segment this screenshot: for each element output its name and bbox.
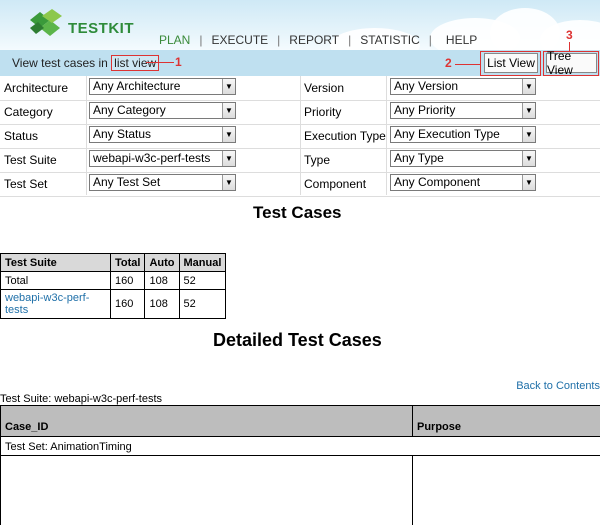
app-header: TESTKIT PLAN | EXECUTE | REPORT | STATIS… [0, 0, 600, 50]
chevron-down-icon: ▼ [522, 151, 535, 166]
testkit-logo-icon [30, 9, 62, 36]
summary-cell: 160 [109, 271, 146, 290]
filter-col-divider [386, 76, 387, 195]
summary-cell: 108 [144, 271, 180, 290]
test-suite-select[interactable]: webapi-w3c-perf-tests ▼ [89, 150, 236, 167]
filter-col-divider [86, 76, 87, 195]
filter-label-execution-type: Execution Type [304, 129, 386, 143]
filter-label-component: Component [304, 177, 367, 191]
summary-cell: 160 [109, 289, 146, 319]
column-divider [412, 455, 413, 525]
status-select[interactable]: Any Status ▼ [89, 126, 236, 143]
version-select[interactable]: Any Version ▼ [390, 78, 536, 95]
row-divider [1, 436, 600, 437]
view-mode-prefix: View test cases in [12, 56, 112, 70]
priority-select[interactable]: Any Priority ▼ [390, 102, 536, 119]
filter-label-type: Type [304, 153, 331, 167]
nav-execute[interactable]: EXECUTE [202, 33, 277, 47]
list-view-button[interactable]: List View [484, 53, 538, 73]
chevron-down-icon: ▼ [522, 103, 535, 118]
filter-label-test-set: Test Set [4, 177, 48, 191]
chevron-down-icon: ▼ [222, 175, 235, 190]
summary-cell: 108 [144, 289, 180, 319]
view-mode-text: View test cases in list view [12, 55, 160, 71]
test-suite-value: webapi-w3c-perf-tests [93, 151, 211, 165]
filter-label-test-suite: Test Suite [4, 153, 57, 167]
suite-label: Test Suite: webapi-w3c-perf-tests [0, 393, 163, 405]
logo-text: TESTKIT [68, 20, 134, 37]
chevron-down-icon: ▼ [522, 79, 535, 94]
priority-value: Any Priority [394, 103, 456, 117]
summary-header: Test Suite [0, 253, 111, 272]
type-select[interactable]: Any Type ▼ [390, 150, 536, 167]
test-set-value: Any Test Set [93, 175, 161, 189]
table-row: Total 160 108 52 [0, 271, 227, 290]
category-value: Any Category [93, 103, 166, 117]
test-set-row: Test Set: AnimationTiming [5, 441, 132, 453]
summary-table: Test Suite Total Auto Manual Total 160 1… [0, 253, 227, 319]
summary-cell: Total [0, 271, 111, 290]
filter-label-priority: Priority [304, 105, 342, 119]
filter-label-status: Status [4, 129, 39, 143]
chevron-down-icon: ▼ [222, 103, 235, 118]
component-select[interactable]: Any Component ▼ [390, 174, 536, 191]
summary-cell: 52 [178, 289, 227, 319]
category-select[interactable]: Any Category ▼ [89, 102, 236, 119]
case-id-header: Case_ID [1, 406, 412, 436]
back-to-contents-link[interactable]: Back to Contents [516, 380, 600, 392]
filter-label-version: Version [304, 81, 345, 95]
nav-help[interactable]: HELP [432, 33, 486, 47]
row-divider [1, 455, 600, 456]
test-set-select[interactable]: Any Test Set ▼ [89, 174, 236, 191]
chevron-down-icon: ▼ [222, 151, 235, 166]
execution-type-select[interactable]: Any Execution Type ▼ [390, 126, 536, 143]
table-row: webapi-w3c-perf-tests 160 108 52 [0, 289, 227, 319]
tree-view-button[interactable]: Tree View [546, 49, 597, 77]
summary-header: Total [109, 253, 146, 272]
version-value: Any Version [394, 79, 459, 93]
nav-report[interactable]: REPORT [280, 33, 348, 47]
summary-cell: 52 [178, 271, 227, 290]
annotation-2: 2 [445, 56, 452, 70]
list-view-link[interactable]: list view [111, 55, 160, 71]
main-nav: PLAN | EXECUTE | REPORT | STATISTIC | HE… [150, 33, 486, 47]
status-value: Any Status [93, 127, 152, 141]
detailed-test-cases-title: Detailed Test Cases [213, 330, 382, 350]
annotation-3: 3 [566, 28, 573, 42]
detail-table: Case_ID Purpose Test Set: AnimationTimin… [0, 405, 600, 525]
filter-col-divider [300, 76, 301, 195]
architecture-select[interactable]: Any Architecture ▼ [89, 78, 236, 95]
filter-label-category: Category [4, 105, 53, 119]
annotation-line-1 [146, 62, 174, 63]
type-value: Any Type [394, 151, 444, 165]
execution-type-value: Any Execution Type [394, 127, 500, 141]
nav-statistic[interactable]: STATISTIC [351, 33, 429, 47]
chevron-down-icon: ▼ [222, 127, 235, 142]
chevron-down-icon: ▼ [222, 79, 235, 94]
test-cases-title: Test Cases [253, 203, 342, 222]
filter-label-architecture: Architecture [4, 81, 69, 95]
nav-plan[interactable]: PLAN [150, 33, 199, 47]
purpose-header: Purpose [413, 406, 600, 436]
architecture-value: Any Architecture [93, 79, 181, 93]
annotation-1: 1 [175, 55, 182, 69]
summary-header: Manual [178, 253, 227, 272]
component-value: Any Component [394, 175, 481, 189]
annotation-line-2 [455, 64, 480, 65]
summary-header: Auto [144, 253, 180, 272]
chevron-down-icon: ▼ [522, 175, 535, 190]
chevron-down-icon: ▼ [522, 127, 535, 142]
filter-row-divider [0, 196, 600, 197]
column-divider [412, 406, 413, 436]
summary-header-row: Test Suite Total Auto Manual [0, 253, 227, 272]
suite-link[interactable]: webapi-w3c-perf-tests [0, 289, 111, 319]
